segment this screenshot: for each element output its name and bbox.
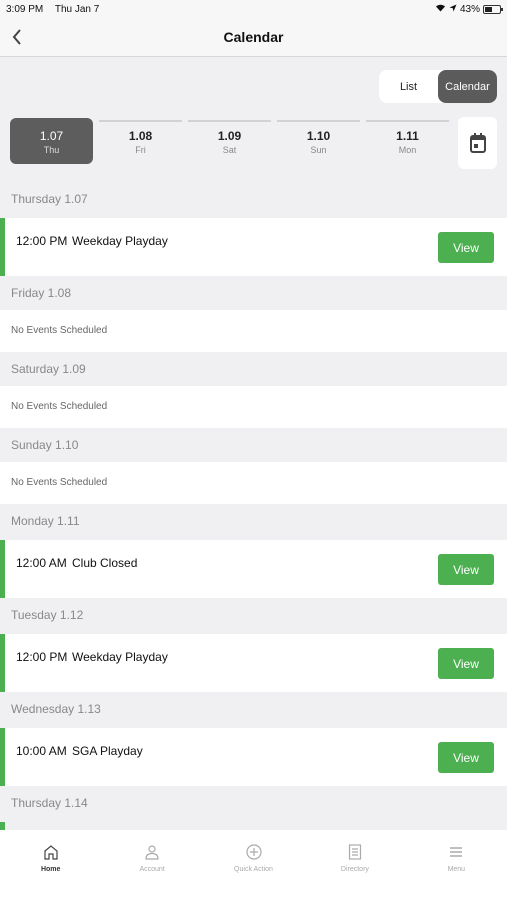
tab-label: Quick Action [234, 866, 273, 873]
event-time: 12:00 PM [16, 650, 68, 664]
day-header: Saturday 1.09 [0, 352, 507, 386]
date-cell-1-10[interactable]: 1.10 Sun [277, 118, 360, 164]
tab-menu[interactable]: Menu [406, 830, 507, 900]
wifi-icon [435, 3, 446, 15]
event-name: SGA Playday [72, 744, 143, 758]
day-header: Tuesday 1.12 [0, 598, 507, 632]
location-icon [449, 4, 457, 15]
date-strip: 1.07 Thu 1.08 Fri 1.09 Sat 1.10 Sun 1.11… [10, 118, 450, 166]
view-button[interactable]: View [438, 232, 494, 263]
no-events-text: No Events Scheduled [0, 462, 507, 504]
event-time: 12:00 PM [16, 234, 68, 248]
tab-label: Account [139, 866, 165, 873]
event-row[interactable]: 12:00 PM Weekday Playday View [0, 634, 507, 692]
day-header: Wednesday 1.13 [0, 692, 507, 726]
date-weekday: Thu [43, 145, 60, 155]
date-number: 1.07 [39, 129, 64, 143]
view-button[interactable]: View [438, 648, 494, 679]
no-events-text: No Events Scheduled [0, 386, 507, 428]
event-name: Club Closed [72, 556, 138, 570]
person-icon [145, 845, 159, 860]
date-weekday: Sun [310, 145, 327, 155]
day-header: Friday 1.08 [0, 276, 507, 310]
event-time: 10:00 AM [16, 744, 67, 758]
status-time: 3:09 PM [6, 3, 44, 15]
event-accent [0, 822, 5, 830]
calendar-view-button[interactable]: Calendar [438, 70, 497, 103]
date-cell-1-11[interactable]: 1.11 Mon [366, 118, 449, 164]
view-button[interactable]: View [438, 554, 494, 585]
chevron-left-icon [12, 29, 21, 45]
tab-home[interactable]: Home [0, 830, 101, 900]
event-accent [0, 728, 5, 786]
calendar-icon [469, 133, 486, 153]
menu-icon [450, 847, 463, 857]
status-bar: 3:09 PM Thu Jan 7 43% [0, 0, 507, 18]
date-number: 1.09 [217, 129, 242, 143]
calendar-picker-button[interactable] [458, 117, 497, 169]
day-header: Sunday 1.10 [0, 428, 507, 462]
event-accent [0, 634, 5, 692]
nav-bar: Calendar [0, 18, 507, 57]
date-weekday: Fri [135, 145, 146, 155]
tab-directory[interactable]: Directory [304, 830, 405, 900]
event-name: Weekday Playday [72, 234, 168, 248]
home-icon [44, 845, 58, 860]
event-accent [0, 540, 5, 598]
tab-label: Home [40, 866, 61, 873]
date-cell-1-07[interactable]: 1.07 Thu [10, 118, 93, 164]
date-cell-1-09[interactable]: 1.09 Sat [188, 118, 271, 164]
date-weekday: Mon [398, 145, 417, 155]
plus-circle-icon [245, 844, 262, 860]
no-events-text: No Events Scheduled [0, 310, 507, 352]
tab-label: Menu [447, 866, 466, 873]
view-toggle: List Calendar [379, 70, 497, 103]
date-cell-1-08[interactable]: 1.08 Fri [99, 118, 182, 164]
battery-icon [483, 4, 503, 14]
date-number: 1.08 [128, 129, 153, 143]
back-button[interactable] [6, 26, 28, 48]
date-number: 1.11 [396, 129, 419, 143]
tab-bar: Home Account Quick Action Directory Menu [0, 830, 507, 900]
event-accent [0, 218, 5, 276]
tab-quick-action[interactable]: Quick Action [203, 830, 304, 900]
date-weekday: Sat [222, 145, 237, 155]
status-date: Thu Jan 7 [54, 3, 100, 15]
event-row[interactable]: 12:00 PM Weekday Playday View [0, 218, 507, 276]
view-button[interactable]: View [438, 742, 494, 773]
tab-account[interactable]: Account [101, 830, 202, 900]
day-header: Thursday 1.14 [0, 786, 507, 820]
event-name: Weekday Playday [72, 650, 168, 664]
date-number: 1.10 [306, 129, 331, 143]
directory-icon [348, 844, 362, 860]
day-header: Monday 1.11 [0, 504, 507, 538]
page-title: Calendar [223, 29, 284, 45]
event-time: 12:00 AM [16, 556, 67, 570]
event-row[interactable]: 12:00 AM Club Closed View [0, 540, 507, 598]
event-row[interactable]: 10:00 AM SGA Playday View [0, 728, 507, 786]
tab-label: Directory [340, 866, 369, 873]
list-view-button[interactable]: List [379, 70, 438, 103]
day-header: Thursday 1.07 [0, 182, 507, 216]
battery-percent: 43% [459, 3, 480, 15]
